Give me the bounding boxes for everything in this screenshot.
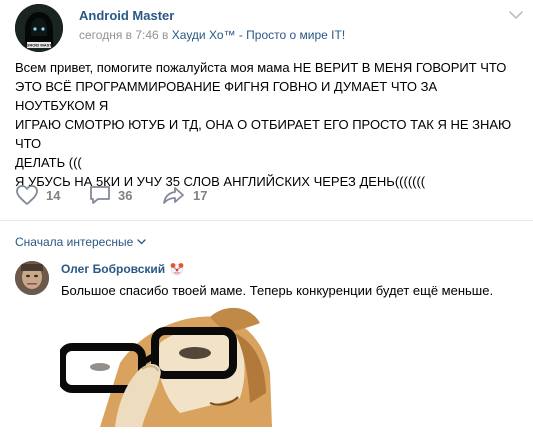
- post-author-name[interactable]: Android Master: [79, 8, 174, 23]
- post-actions: 14 36 17: [15, 182, 415, 208]
- chevron-down-icon: [137, 239, 146, 245]
- comment-author-avatar[interactable]: [15, 261, 49, 295]
- comment-button[interactable]: 36: [89, 182, 132, 208]
- comment-count: 36: [118, 187, 133, 203]
- hooded-figure-icon: ANDROID MASTER: [15, 4, 63, 52]
- comment-image[interactable]: [60, 303, 272, 427]
- comment-author: Олег Бобровский: [61, 262, 184, 276]
- comment-text: Большое спасибо твоей маме. Теперь конку…: [61, 283, 494, 298]
- post-text-line: ЭТО ВСЁ ПРОГРАММИРОВАНИЕ ФИГНЯ ГОВНО И Д…: [15, 79, 438, 113]
- person-photo-icon: [15, 261, 49, 295]
- comments-sort-dropdown[interactable]: Сначала интересные: [15, 235, 146, 249]
- post-header: ANDROID MASTER Android Master сегодня в …: [15, 4, 525, 52]
- sort-label: Сначала интересные: [15, 235, 134, 249]
- like-count: 14: [46, 187, 61, 203]
- divider: [0, 220, 533, 221]
- heart-icon: [16, 185, 38, 205]
- svg-text:ANDROID MASTER: ANDROID MASTER: [21, 43, 58, 48]
- post-text-line: ДЕЛАТЬ (((: [15, 155, 82, 170]
- comment-icon: [90, 186, 110, 204]
- author-avatar[interactable]: ANDROID MASTER: [15, 4, 63, 52]
- chevron-down-icon[interactable]: [509, 10, 523, 20]
- post-meta: сегодня в 7:46 в Хауди Хо™ - Просто о ми…: [79, 28, 345, 42]
- community-link[interactable]: Хауди Хо™ - Просто о мире IT!: [172, 28, 345, 42]
- share-count: 17: [193, 187, 208, 203]
- post-text-line: Всем привет, помогите пожалуйста моя мам…: [15, 60, 507, 75]
- dog-with-glasses-meme-image: [60, 303, 272, 427]
- comment-author-name[interactable]: Олег Бобровский: [61, 262, 165, 276]
- post-text: Всем привет, помогите пожалуйста моя мам…: [15, 58, 515, 191]
- clown-emoji-icon: [170, 263, 184, 276]
- share-button[interactable]: 17: [162, 182, 207, 208]
- like-button[interactable]: 14: [15, 182, 60, 208]
- post-text-line: ИГРАЮ СМОТРЮ ЮТУБ И ТД, ОНА О ОТБИРАЕТ Е…: [15, 117, 512, 151]
- post-time[interactable]: сегодня в 7:46 в: [79, 28, 168, 42]
- share-arrow-icon: [163, 187, 184, 204]
